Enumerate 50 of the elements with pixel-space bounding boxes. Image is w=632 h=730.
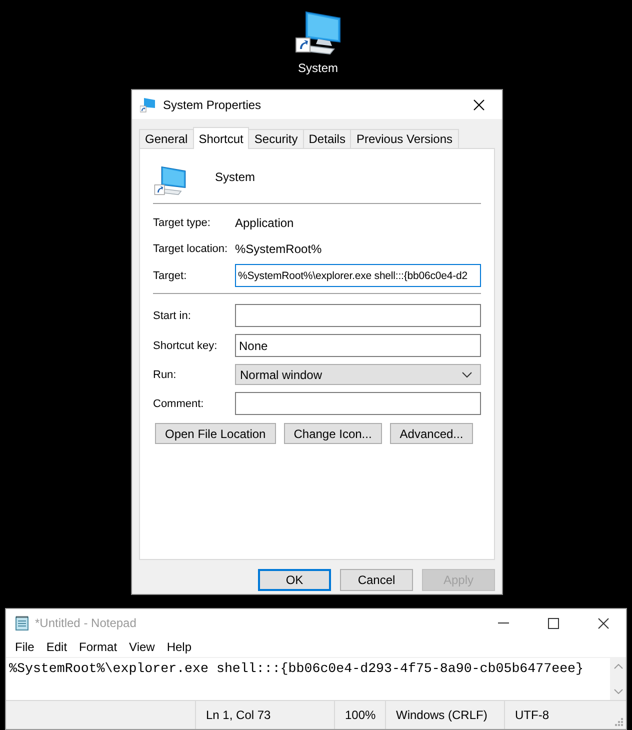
chevron-down-icon bbox=[462, 372, 472, 378]
field-label: Shortcut key: bbox=[153, 340, 218, 352]
field-label: Start in: bbox=[153, 310, 192, 322]
field-label: Target location: bbox=[153, 242, 229, 254]
field-label: Target type: bbox=[153, 216, 212, 228]
document-text: %SystemRoot%\explorer.exe shell:::{bb06c0e4-d293-4f75-8a90-cb05b6477eee} bbox=[9, 661, 584, 676]
input-field[interactable] bbox=[235, 304, 481, 327]
notepad-icon bbox=[14, 615, 30, 632]
close-icon bbox=[598, 618, 609, 629]
menu-item[interactable]: Help bbox=[160, 637, 198, 658]
tab[interactable]: Previous Versions bbox=[350, 129, 458, 148]
action-button[interactable]: Advanced... bbox=[390, 423, 474, 444]
field-value: %SystemRoot% bbox=[235, 242, 322, 256]
dialog-button[interactable]: OK bbox=[258, 569, 331, 591]
field-label: Run: bbox=[153, 368, 178, 380]
dialog-button[interactable]: Cancel bbox=[340, 569, 413, 591]
scroll-up-icon[interactable] bbox=[614, 664, 622, 670]
monitor-icon bbox=[153, 164, 187, 196]
status-item: 100% bbox=[335, 701, 386, 729]
menu-item[interactable]: File bbox=[9, 637, 40, 658]
status-item: UTF-8 bbox=[514, 707, 549, 724]
icon-label: System bbox=[298, 61, 338, 75]
input-field[interactable]: %SystemRoot%\explorer.exe shell:::{bb06c0e4-d2 bbox=[235, 264, 481, 287]
menu-item[interactable]: Format bbox=[73, 637, 124, 658]
field-label: Target: bbox=[153, 270, 188, 282]
close-icon bbox=[473, 98, 485, 110]
window-title: System Properties bbox=[163, 98, 262, 112]
maximize-icon bbox=[548, 618, 559, 629]
menu-item[interactable]: View bbox=[123, 637, 161, 658]
status-item: Windows (CRLF) bbox=[386, 701, 505, 729]
tab[interactable]: General bbox=[139, 129, 194, 148]
tab[interactable]: Security bbox=[248, 129, 304, 148]
window-title: *Untitled - Notepad bbox=[35, 616, 138, 630]
minimize-icon bbox=[498, 622, 509, 624]
field-label: Comment: bbox=[153, 398, 205, 410]
text-area[interactable]: %SystemRoot%\explorer.exe shell:::{bb06c0e4-d293-4f75-8a90-cb05b6477eee} bbox=[6, 658, 610, 700]
status-item: Ln 1, Col 73 bbox=[196, 701, 335, 729]
input-field[interactable]: None bbox=[235, 334, 481, 357]
tab[interactable]: Shortcut bbox=[192, 127, 250, 149]
action-button[interactable]: Change Icon... bbox=[284, 423, 382, 444]
resize-grip-icon[interactable] bbox=[615, 718, 623, 726]
menu-item[interactable]: Edit bbox=[40, 637, 74, 658]
shortcut-name: System bbox=[215, 170, 256, 184]
monitor-icon bbox=[140, 96, 156, 112]
field-value: Application bbox=[235, 216, 294, 230]
run-dropdown[interactable]: Normal window bbox=[235, 364, 481, 385]
scrollbar[interactable] bbox=[610, 658, 626, 700]
input-field[interactable] bbox=[235, 392, 481, 415]
scroll-down-icon[interactable] bbox=[614, 689, 622, 694]
action-button[interactable]: Open File Location bbox=[155, 423, 276, 444]
